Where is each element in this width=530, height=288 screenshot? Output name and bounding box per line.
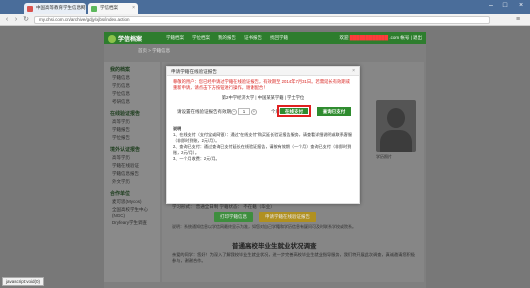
site-header: 学信档案 学籍档案 学位档案 我的报告 证书报告 找回学籍 欢迎 ███████… <box>104 32 426 44</box>
nav-item[interactable]: 找回学籍 <box>270 35 288 41</box>
logout-link[interactable]: .com 帐号 | 退出 <box>389 35 422 40</box>
sidebar-item[interactable]: 学位信息 <box>104 90 160 98</box>
apply-report-button[interactable]: 申请学籍在线验证报告 <box>259 212 316 222</box>
browser-tab-1[interactable]: 中国高等教育学生信息网 × <box>24 3 86 14</box>
back-icon[interactable]: ‹ <box>3 16 11 24</box>
instruction-item: 3、一个月收费：2元/月。 <box>173 156 220 161</box>
sidebar-item[interactable]: 高等学历 <box>104 154 160 162</box>
url-input[interactable]: my.chsi.com.cn/archive/gdjy/xjbs/index.a… <box>34 16 490 24</box>
sidebar-item[interactable]: 全国高校学生中心(NGC) <box>104 206 160 219</box>
maximize-icon[interactable]: □ <box>498 2 512 9</box>
survey-title: 普通高校毕业生就业状况调查 <box>232 243 317 250</box>
action-buttons: 打印学籍信息 申请学籍在线验证报告 <box>214 212 316 222</box>
pay-online-button[interactable]: 在线支付 <box>280 108 308 114</box>
sidebar-heading: 在线验证报告 <box>110 111 141 117</box>
sidebar-item[interactable]: 学籍报告 <box>104 126 160 134</box>
dialog-header: 申请学籍在线验证报告 × <box>167 67 359 76</box>
logo-icon <box>108 35 116 44</box>
top-nav: 学籍档案 学位档案 我的报告 证书报告 找回学籍 <box>166 35 288 41</box>
sidebar-heading: 合作单位 <box>110 191 131 197</box>
instructions: 说明 1、在线支付（支付宝或网银）：通过“在线支付”购买延长验证报告服务，请查看… <box>167 120 359 162</box>
forward-icon[interactable]: › <box>12 16 20 24</box>
browser-menu-icon[interactable]: ≡ <box>516 16 524 24</box>
favicon-icon <box>91 6 97 12</box>
period-input[interactable]: 1 <box>238 108 250 115</box>
close-icon[interactable]: × <box>352 68 355 74</box>
nav-item[interactable]: 学籍档案 <box>166 35 184 41</box>
user-info: 欢迎 ████████████ .com 帐号 | 退出 <box>339 35 422 40</box>
sidebar-item[interactable]: 学籍信息报告 <box>104 170 160 178</box>
pay-online-highlight: 在线支付 <box>277 105 311 117</box>
nav-item[interactable]: 我的报告 <box>218 35 236 41</box>
period-stepper: − 1 + <box>231 108 257 115</box>
nav-item[interactable]: 学位档案 <box>192 35 210 41</box>
sidebar-heading: 境外认证报告 <box>110 147 141 153</box>
nav-item[interactable]: 证书报告 <box>244 35 262 41</box>
status-bar: javascript:void(0) <box>2 277 45 286</box>
tab-label: 学信档案 <box>100 5 118 10</box>
avatar-head <box>387 108 405 128</box>
site-logo[interactable]: 学信档案 <box>108 34 142 44</box>
info-row: 学习形式： 普通全日制 学籍状态： 不在籍（毕业） <box>172 204 275 209</box>
favicon-icon <box>27 6 33 12</box>
browser-titlebar: 中国高等教育学生信息网 × 学信档案 × – □ × <box>0 0 530 14</box>
sidebar-heading: 我的档案 <box>110 67 131 73</box>
username-masked: ████████████ <box>349 35 389 40</box>
address-bar: ‹ › ↻ my.chsi.com.cn/archive/gdjy/xjbs/i… <box>0 14 530 26</box>
sidebar-item[interactable]: 学籍信息 <box>104 74 160 82</box>
renew-label: 请设置在线验证报告有效期 <box>177 109 231 114</box>
sidebar-item[interactable]: 考研信息 <box>104 98 160 106</box>
dialog-title: 申请学籍在线验证报告 <box>171 69 217 74</box>
minimize-icon[interactable]: – <box>484 2 498 9</box>
query-paid-button[interactable]: 查询已支付 <box>317 107 351 116</box>
renew-report-dialog: 申请学籍在线验证报告 × 尊敬的用户：您已经申请过学籍在线验证报告，有效期至 2… <box>166 66 360 204</box>
sidebar-item[interactable]: 学历信息 <box>104 82 160 90</box>
reload-icon[interactable]: ↻ <box>22 16 30 24</box>
tab-label: 中国高等教育学生信息网 <box>36 5 86 10</box>
page-overlay: 学信档案 学籍档案 学位档案 我的报告 证书报告 找回学籍 欢迎 ███████… <box>0 26 530 288</box>
notice-text: 说明：系统通知信息以学信网最终显示为准，如您对自己学籍和学历信息有疑问可及时联系… <box>172 224 356 229</box>
breadcrumb: 首页 > 学籍信息 <box>138 48 171 53</box>
minus-button[interactable]: − <box>231 108 237 115</box>
dialog-subtitle: 第2中学经济大学 | 中国某某学籍 | 学士学位 <box>221 95 305 100</box>
print-button[interactable]: 打印学籍信息 <box>214 212 253 222</box>
window-close-icon[interactable]: × <box>514 2 528 9</box>
instruction-item: 1、在线支付（支付宝或网银）：通过“在线支付”购买延长验证报告服务，请查看详细说… <box>173 132 352 143</box>
close-tab-icon[interactable]: × <box>132 5 135 11</box>
sidebar-item[interactable]: 学位报告 <box>104 134 160 142</box>
plus-button[interactable]: + <box>251 108 257 115</box>
sidebar-item[interactable]: 麦可思(Mycos) <box>104 198 160 206</box>
survey-text: 亲爱的同学：您好！为深入了解我校毕业生就业状况，进一步完善高校毕业生就业指导服务… <box>172 252 415 263</box>
browser-tab-2[interactable]: 学信档案 × <box>88 3 138 14</box>
avatar-body <box>380 130 412 152</box>
sidebar-item[interactable]: 学籍在线验证 <box>104 162 160 170</box>
dialog-warning: 尊敬的用户：您已经申请过学籍在线验证报告，有效期至 2014年7月31日。若需延… <box>173 79 350 90</box>
sidebar: 我的档案 学籍信息 学历信息 学位信息 考研信息 在线验证报告 高等学历 学籍报… <box>104 62 160 282</box>
sidebar-item[interactable]: 高等学历 <box>104 118 160 126</box>
close-tab-icon[interactable]: × <box>80 5 83 11</box>
sidebar-item[interactable]: Dryfeary学生调查 <box>104 219 160 227</box>
student-photo <box>376 100 416 152</box>
renew-row: 请设置在线验证报告有效期 − 1 + 个月 在线支付 查询已支付 <box>167 104 359 120</box>
instruction-item: 2、查询已支付：通过查询已支付延长在线验证报告，请按有效期（一个月）查询已支付（… <box>173 144 352 155</box>
sidebar-item[interactable]: 外文学历 <box>104 178 160 186</box>
photo-caption: 学历照片 <box>376 154 392 159</box>
